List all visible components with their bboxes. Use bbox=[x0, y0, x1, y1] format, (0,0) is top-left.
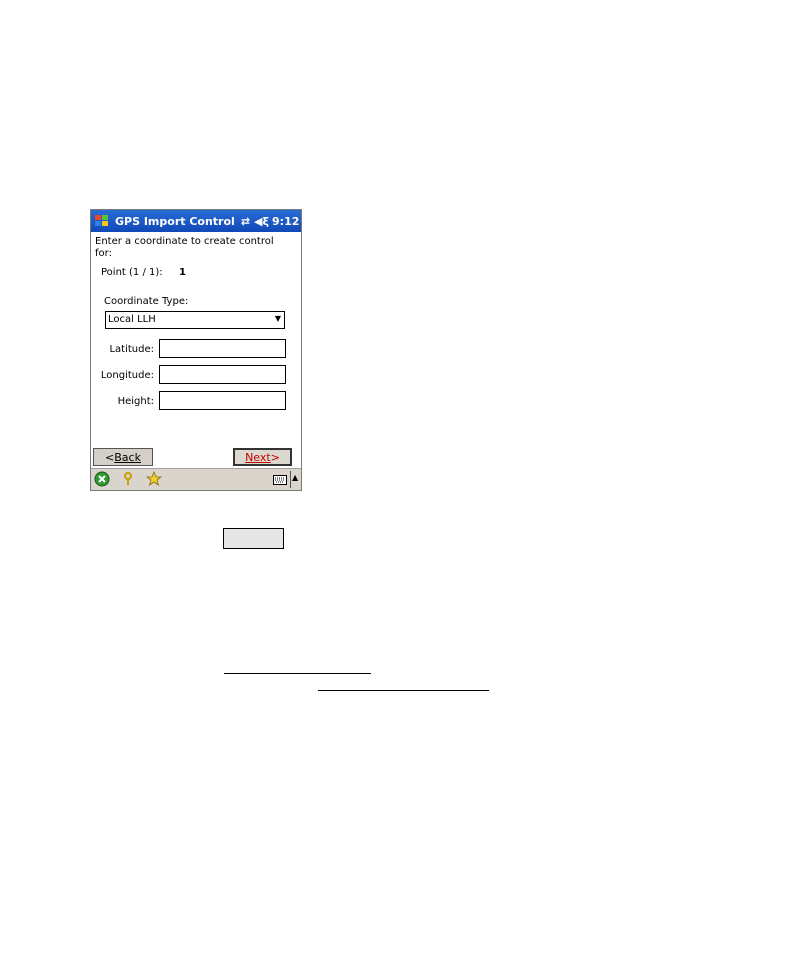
instruction-text: Enter a coordinate to create control for… bbox=[95, 236, 274, 259]
blank-button[interactable] bbox=[223, 528, 284, 549]
height-input[interactable] bbox=[159, 391, 286, 410]
underline-rule bbox=[318, 690, 489, 691]
title-bar: GPS Import Control ⇄ ◀ξ 9:12 bbox=[91, 210, 301, 232]
form-area: Enter a coordinate to create control for… bbox=[91, 232, 301, 468]
close-icon[interactable] bbox=[94, 471, 110, 487]
app-title: GPS Import Control bbox=[115, 214, 235, 228]
point-label: Point (1 / 1): bbox=[101, 267, 163, 278]
chevron-down-icon[interactable]: ▼ bbox=[275, 314, 281, 323]
next-button[interactable]: Next > bbox=[233, 448, 292, 466]
keyboard-icon[interactable] bbox=[273, 475, 287, 485]
help-icon[interactable] bbox=[120, 471, 136, 487]
latitude-input[interactable] bbox=[159, 339, 286, 358]
longitude-input[interactable] bbox=[159, 365, 286, 384]
coordinate-type-select[interactable]: Local LLH ▼ bbox=[105, 311, 285, 329]
latitude-label: Latitude: bbox=[109, 344, 154, 355]
taskbar-divider bbox=[290, 471, 291, 488]
connectivity-icon[interactable]: ⇄ bbox=[241, 215, 250, 228]
point-value: 1 bbox=[179, 267, 186, 278]
underline-rule bbox=[224, 673, 371, 674]
back-button[interactable]: < Back bbox=[93, 448, 153, 466]
pocket-pc-screen: GPS Import Control ⇄ ◀ξ 9:12 Enter a coo… bbox=[90, 209, 302, 491]
next-label: Next bbox=[245, 450, 271, 464]
coordinate-type-label: Coordinate Type: bbox=[104, 296, 189, 307]
windows-start-icon[interactable] bbox=[93, 212, 111, 230]
clock[interactable]: 9:12 bbox=[272, 215, 299, 228]
back-label: Back bbox=[114, 450, 141, 464]
coordinate-type-value: Local LLH bbox=[108, 314, 156, 325]
back-prefix: < bbox=[105, 450, 115, 464]
taskbar: ▲ bbox=[91, 468, 301, 490]
longitude-label: Longitude: bbox=[100, 370, 154, 381]
sip-arrow-icon[interactable]: ▲ bbox=[292, 473, 298, 482]
volume-icon[interactable]: ◀ξ bbox=[254, 215, 269, 228]
height-label: Height: bbox=[117, 396, 154, 407]
favorites-icon[interactable] bbox=[146, 471, 162, 487]
next-suffix: > bbox=[270, 450, 280, 464]
